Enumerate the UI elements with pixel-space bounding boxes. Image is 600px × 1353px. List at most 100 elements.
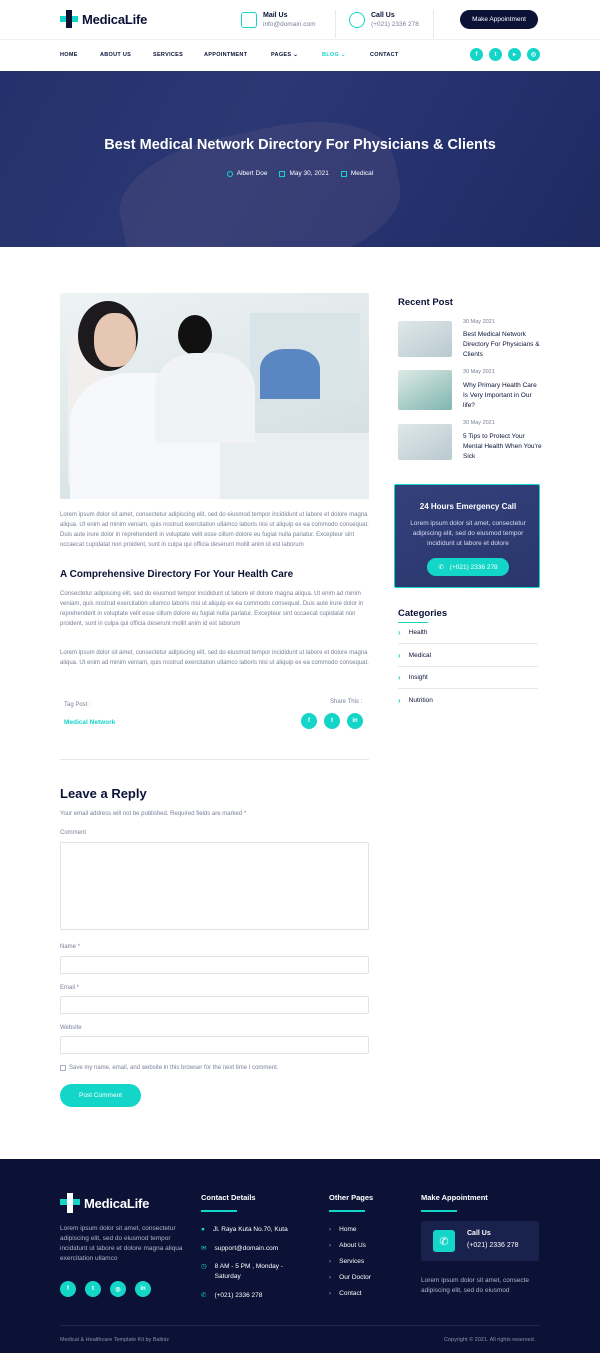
nav-about[interactable]: ABOUT US (100, 52, 131, 58)
make-appointment-title: Make Appointment (421, 1193, 488, 1202)
folder-icon (340, 170, 347, 177)
instagram-icon[interactable]: ◎ (527, 48, 540, 61)
brand-name: MedicaLife (82, 11, 148, 27)
instagram-icon[interactable]: ◎ (110, 1281, 126, 1297)
phone-icon: ✆ (438, 564, 444, 571)
post-comment-button[interactable]: Post Comment (60, 1084, 141, 1107)
chevron-right-icon: › (329, 1226, 332, 1233)
chevron-down-icon: ⌄ (293, 52, 299, 58)
post-date: May 30, 2021 (279, 170, 329, 177)
tag-medical-network[interactable]: Medical Network (64, 719, 115, 726)
medical-cross-icon (60, 1193, 80, 1213)
share-label: Share This : (330, 699, 363, 705)
facebook-icon[interactable]: f (301, 713, 317, 729)
other-pages-title: Other Pages (329, 1193, 374, 1202)
youtube-icon[interactable]: ▸ (508, 48, 521, 61)
header-social: f t ▸ ◎ (470, 48, 540, 61)
category-health[interactable]: › Health (398, 628, 427, 637)
hours-text: 8 AM - 5 PM , Monday - Saturday (214, 1263, 283, 1280)
make-appointment-button[interactable]: Make Appointment (460, 10, 538, 29)
article-subheading: A Comprehensive Directory For Your Healt… (60, 569, 294, 580)
website-label: Website (60, 1025, 82, 1031)
mail-label: Mail Us (263, 12, 288, 19)
category-insight[interactable]: › Insight (398, 673, 428, 682)
title-underline (201, 1210, 237, 1212)
emergency-call-button[interactable]: ✆ (+021) 2336 278 (427, 558, 509, 576)
nav-pages[interactable]: PAGES ⌄ (271, 52, 298, 58)
address-text: Jl. Raya Kuta No.70, Kuta (212, 1226, 288, 1233)
name-label: Name * (60, 944, 81, 950)
name-input[interactable] (60, 956, 369, 974)
footer-hours: ◷ 8 AM - 5 PM , Monday - Saturday (201, 1262, 295, 1282)
article-paragraph-1: Lorem ipsum dolor sit amet, consectetur … (60, 512, 369, 548)
recent-post-date: 30 May 2021 (463, 420, 495, 426)
article-divider (60, 759, 369, 760)
clock-icon: ◷ (201, 1263, 207, 1270)
footer-link-home[interactable]: › Home (329, 1226, 357, 1233)
footer-link-about[interactable]: › About Us (329, 1242, 366, 1249)
twitter-icon[interactable]: t (489, 48, 502, 61)
nav-blog[interactable]: BLOG ⌄ (322, 52, 346, 58)
chevron-right-icon: › (398, 628, 401, 637)
linkedin-icon[interactable]: in (135, 1281, 151, 1297)
recent-post-date: 30 May 2021 (463, 319, 495, 325)
post-category[interactable]: Medical (340, 170, 374, 177)
recent-post-link[interactable]: Why Primary Health Care Is Very Importan… (463, 381, 543, 411)
linkedin-icon[interactable]: in (347, 713, 363, 729)
footer-divider (60, 1325, 540, 1326)
category-medical[interactable]: › Medical (398, 651, 431, 660)
header-mail[interactable]: Mail Us info@domain.com (241, 12, 315, 28)
facebook-icon[interactable]: f (60, 1281, 76, 1297)
contact-details-title: Contact Details (201, 1193, 256, 1202)
phone-icon: ✆ (433, 1230, 455, 1252)
header-divider (433, 10, 434, 38)
category-nutrition[interactable]: › Nutrition (398, 696, 433, 705)
chevron-right-icon: › (329, 1274, 332, 1281)
phone-icon: ✆ (201, 1292, 207, 1299)
recent-post-title: Recent Post (398, 297, 453, 308)
facebook-icon[interactable]: f (470, 48, 483, 61)
footer-phone[interactable]: ✆ (+021) 2336 278 (201, 1291, 262, 1300)
chevron-right-icon: › (398, 696, 401, 705)
nav-services[interactable]: SERVICES (153, 52, 183, 58)
category-divider (398, 688, 538, 689)
brand-logo[interactable]: MedicaLife (60, 10, 147, 28)
nav-home[interactable]: HOME (60, 52, 78, 58)
share-buttons: f t in (301, 713, 363, 729)
recent-post-thumb[interactable] (398, 424, 452, 460)
footer-logo[interactable]: MedicaLife (60, 1193, 149, 1213)
link-label: Services (339, 1258, 365, 1265)
footer-address: ● Jl. Raya Kuta No.70, Kuta (201, 1226, 288, 1233)
website-input[interactable] (60, 1036, 369, 1054)
comment-textarea[interactable] (60, 842, 369, 930)
user-icon (226, 170, 233, 177)
person-face (94, 313, 136, 367)
chevron-right-icon: › (398, 673, 401, 682)
category-divider (398, 666, 538, 667)
twitter-icon[interactable]: t (85, 1281, 101, 1297)
title-underline (329, 1210, 365, 1212)
twitter-icon[interactable]: t (324, 713, 340, 729)
post-author[interactable]: Albert Doe (226, 170, 267, 177)
save-info-checkbox[interactable] (60, 1065, 66, 1071)
footer-link-doctor[interactable]: › Our Doctor (329, 1274, 371, 1281)
footer-copyright: Copyright © 2021. All rights reserved. (444, 1337, 536, 1343)
footer-appt-text: Lorem ipsum dolor sit amet, consecte adi… (421, 1277, 530, 1294)
chevron-right-icon: › (329, 1242, 332, 1249)
category-label: Insight (408, 674, 428, 681)
recent-post-thumb[interactable] (398, 370, 452, 410)
recent-post-thumb[interactable] (398, 321, 452, 357)
footer-link-contact[interactable]: › Contact (329, 1290, 362, 1297)
footer-call-box[interactable]: ✆ Call Us (+021) 2336 278 (421, 1221, 539, 1261)
email-input[interactable] (60, 996, 369, 1014)
nav-contact[interactable]: CONTACT (370, 52, 399, 58)
nav-appointment[interactable]: APPOINTMENT (204, 52, 247, 58)
category-text: Medical (350, 170, 374, 177)
footer-email[interactable]: ✉ support@domain.com (201, 1244, 278, 1253)
footer-social: f t ◎ in (60, 1281, 151, 1297)
recent-post-link[interactable]: Best Medical Network Directory For Physi… (463, 330, 543, 360)
recent-post-link[interactable]: 5 Tips to Protect Your Mental Health Whe… (463, 432, 543, 462)
emergency-text: Lorem ipsum dolor sit amet, consectetur … (410, 520, 526, 547)
footer-link-services[interactable]: › Services (329, 1258, 364, 1265)
header-call[interactable]: Call Us (+021) 2336 278 (349, 12, 419, 28)
